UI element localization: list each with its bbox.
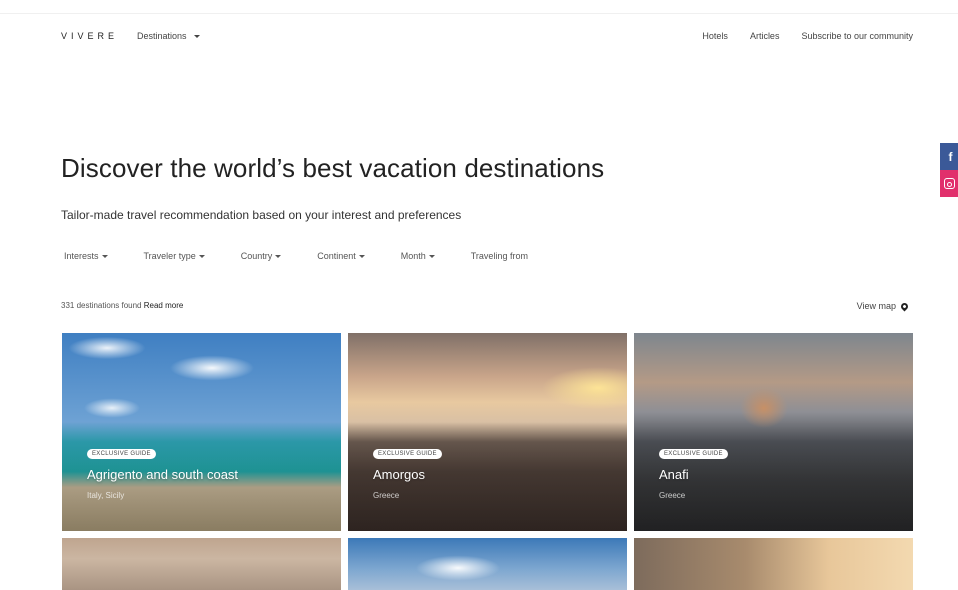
destinations-label: Destinations [137,31,187,41]
instagram-glyph [943,178,955,189]
nav-links: Hotels Articles Subscribe to our communi… [702,31,913,41]
destination-card-image[interactable] [634,538,913,590]
destination-country: Greece [659,491,686,500]
exclusive-guide-badge: EXCLUSIVE GUIDE [87,449,156,459]
top-navigation: VIVERE Destinations Hotels Articles Subs… [0,0,958,72]
results-count: 331 destinations found Read more [61,301,183,310]
destination-name: Anafi [659,467,689,482]
destination-country: Greece [373,491,400,500]
results-count-text: 331 destinations found [61,301,142,310]
destination-card-image[interactable] [348,538,627,590]
nav-link-articles[interactable]: Articles [750,31,780,41]
page-title: Discover the world’s best vacation desti… [61,153,605,183]
filter-bar: Interests Traveler type Country Continen… [64,251,564,261]
nav-link-subscribe[interactable]: Subscribe to our community [801,31,913,41]
filter-label: Country [240,251,273,261]
chevron-down-icon [428,254,435,258]
site-logo[interactable]: VIVERE [61,31,118,41]
filter-month[interactable]: Month [401,251,435,261]
nav-link-hotels[interactable]: Hotels [702,31,728,41]
filter-country[interactable]: Country [241,251,282,261]
chevron-down-icon [275,254,282,258]
social-sidebar: f [940,143,958,197]
facebook-icon[interactable]: f [940,143,958,170]
destination-card-agrigento[interactable]: EXCLUSIVE GUIDE Agrigento and south coas… [62,333,341,531]
read-more-link[interactable]: Read more [144,301,184,310]
top-divider [0,13,958,14]
chevron-down-icon [198,254,205,258]
chevron-down-icon [193,34,200,38]
filter-label: Month [400,251,426,261]
filter-label: Traveler type [143,251,196,261]
destinations-dropdown[interactable]: Destinations [137,31,200,41]
view-map-label: View map [856,301,896,311]
view-map-button[interactable]: View map [856,301,910,311]
filter-label: Traveling from [470,251,528,261]
destination-card-image[interactable] [62,538,341,590]
instagram-icon[interactable] [940,170,958,197]
destination-card-anafi[interactable]: EXCLUSIVE GUIDE Anafi Greece [634,333,913,531]
exclusive-guide-badge: EXCLUSIVE GUIDE [373,449,442,459]
destination-name: Agrigento and south coast [87,467,239,482]
filter-label: Interests [64,251,99,261]
map-pin-icon [899,301,910,311]
chevron-down-icon [358,254,365,258]
exclusive-guide-badge: EXCLUSIVE GUIDE [659,449,728,459]
filter-continent[interactable]: Continent [317,251,365,261]
destination-country: Italy, Sicily [87,491,125,500]
page-subtitle: Tailor-made travel recommendation based … [61,208,462,222]
filter-traveler-type[interactable]: Traveler type [144,251,205,261]
chevron-down-icon [101,254,108,258]
filter-label: Continent [317,251,356,261]
destination-name: Amorgos [373,467,426,482]
filter-interests[interactable]: Interests [64,251,108,261]
filter-traveling-from[interactable]: Traveling from [471,251,528,261]
destination-card-amorgos[interactable]: EXCLUSIVE GUIDE Amorgos Greece [348,333,627,531]
